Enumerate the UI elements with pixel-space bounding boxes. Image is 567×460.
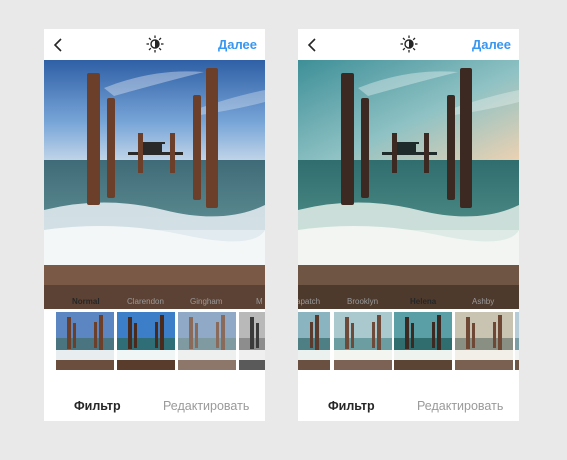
filter-thumb-clarendon[interactable] bbox=[117, 312, 175, 370]
bottom-tab-bar: Фильтр Редактировать bbox=[44, 389, 265, 419]
filter-label-m[interactable]: M bbox=[256, 297, 263, 306]
lux-sun-icon[interactable] bbox=[400, 35, 418, 53]
filter-thumb-apatch[interactable] bbox=[298, 312, 330, 370]
next-button[interactable]: Далее bbox=[218, 37, 257, 53]
filter-thumbnails bbox=[298, 312, 519, 372]
filter-thumb-brooklyn[interactable] bbox=[334, 312, 392, 370]
filter-label-brooklyn[interactable]: Brooklyn bbox=[347, 297, 378, 306]
filter-names: Normal Clarendon Gingham M bbox=[44, 297, 265, 311]
filter-thumb-m[interactable] bbox=[239, 312, 265, 370]
filter-thumb-normal[interactable] bbox=[56, 312, 114, 370]
header: Далее bbox=[298, 29, 519, 60]
photo-preview bbox=[44, 60, 265, 309]
tab-filter[interactable]: Фильтр bbox=[74, 399, 121, 413]
header: Далее bbox=[44, 29, 265, 60]
filter-thumb-ashby[interactable] bbox=[455, 312, 513, 370]
filter-thumb-next[interactable] bbox=[515, 312, 519, 370]
filter-label-clarendon[interactable]: Clarendon bbox=[127, 297, 164, 306]
chevron-left-icon[interactable] bbox=[306, 37, 320, 53]
filter-thumb-helena[interactable] bbox=[394, 312, 452, 370]
tab-filter[interactable]: Фильтр bbox=[328, 399, 375, 413]
filter-label-gingham[interactable]: Gingham bbox=[190, 297, 222, 306]
photo-preview bbox=[298, 60, 519, 309]
filter-label-ashby[interactable]: Ashby bbox=[472, 297, 494, 306]
next-button[interactable]: Далее bbox=[472, 37, 511, 53]
filter-label-normal[interactable]: Normal bbox=[72, 297, 100, 306]
chevron-left-icon[interactable] bbox=[52, 37, 66, 53]
right-phone-screen: Далее apatch Brooklyn Helena Ashby Фильт… bbox=[298, 29, 519, 421]
tab-edit[interactable]: Редактировать bbox=[417, 399, 503, 413]
filter-label-apatch[interactable]: apatch bbox=[298, 297, 320, 306]
filter-thumb-gingham[interactable] bbox=[178, 312, 236, 370]
filter-thumbnails bbox=[44, 312, 265, 372]
filter-label-helena[interactable]: Helena bbox=[410, 297, 436, 306]
tab-edit[interactable]: Редактировать bbox=[163, 399, 249, 413]
left-phone-screen: Далее Normal Clarendon Gingham M Фильтр … bbox=[44, 29, 265, 421]
filter-names: apatch Brooklyn Helena Ashby bbox=[298, 297, 519, 311]
lux-sun-icon[interactable] bbox=[146, 35, 164, 53]
bottom-tab-bar: Фильтр Редактировать bbox=[298, 389, 519, 419]
